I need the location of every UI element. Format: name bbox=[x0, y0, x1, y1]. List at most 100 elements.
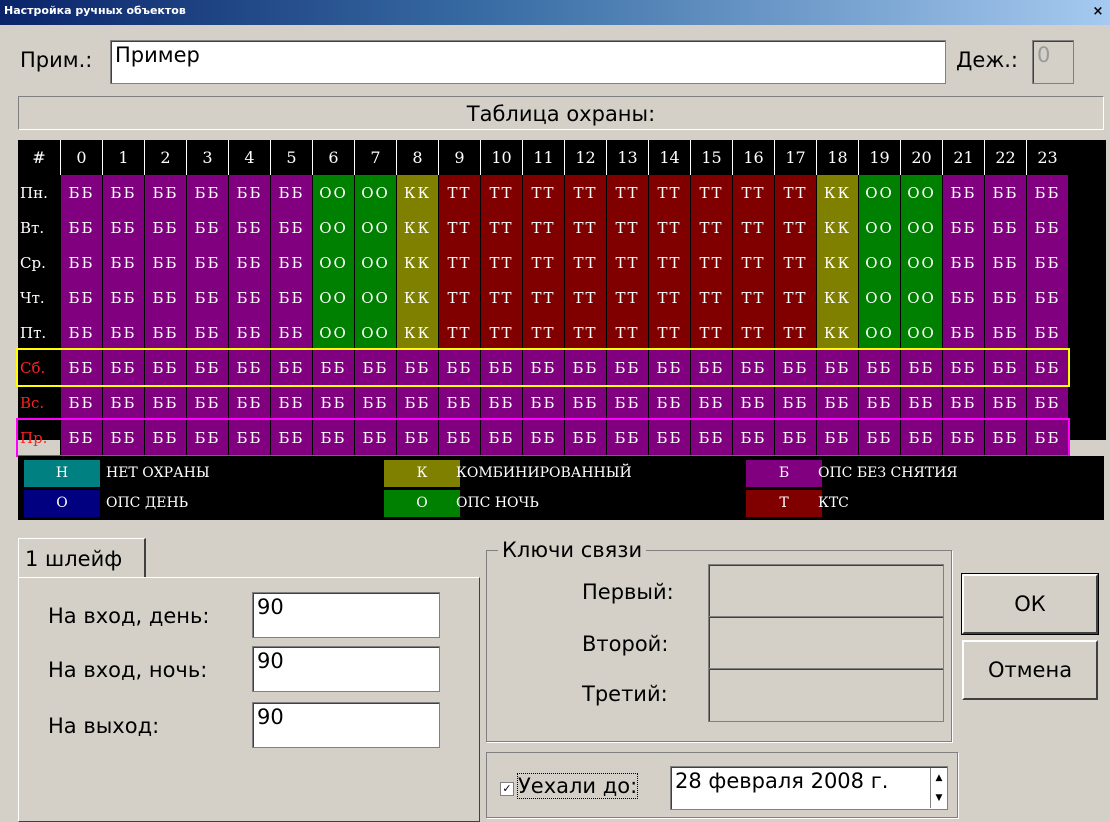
schedule-cell[interactable]: ББ bbox=[186, 280, 229, 315]
schedule-cell[interactable]: ББ bbox=[312, 385, 355, 420]
schedule-cell[interactable]: ББ bbox=[522, 420, 565, 455]
schedule-cell[interactable]: ББ bbox=[690, 385, 733, 420]
schedule-cell[interactable]: ББ bbox=[270, 210, 313, 245]
schedule-cell[interactable]: ББ bbox=[1026, 315, 1068, 350]
schedule-cell[interactable]: ББ bbox=[900, 420, 943, 455]
schedule-cell[interactable]: ББ bbox=[186, 210, 229, 245]
schedule-cell[interactable]: ББ bbox=[690, 350, 733, 385]
schedule-cell[interactable]: ТТ bbox=[480, 175, 523, 210]
hour-header[interactable]: 0 bbox=[60, 140, 103, 175]
schedule-cell[interactable]: ББ bbox=[186, 175, 229, 210]
schedule-cell[interactable]: ТТ bbox=[606, 210, 649, 245]
schedule-cell[interactable]: ББ bbox=[564, 420, 607, 455]
schedule-cell[interactable]: ТТ bbox=[774, 175, 817, 210]
tab-loop-1[interactable]: 1 шлейф bbox=[18, 538, 146, 578]
schedule-cell[interactable]: ББ bbox=[816, 385, 859, 420]
schedule-cell[interactable]: КК bbox=[816, 280, 859, 315]
schedule-cell[interactable]: ББ bbox=[480, 350, 523, 385]
schedule-cell[interactable]: ББ bbox=[942, 315, 985, 350]
schedule-cell[interactable]: ТТ bbox=[438, 210, 481, 245]
schedule-cell[interactable]: ББ bbox=[480, 420, 523, 455]
schedule-cell[interactable]: ББ bbox=[942, 245, 985, 280]
day-label[interactable]: Пр. bbox=[18, 420, 61, 455]
day-label[interactable]: Чт. bbox=[18, 280, 61, 315]
schedule-cell[interactable]: ТТ bbox=[732, 280, 775, 315]
schedule-cell[interactable]: ББ bbox=[270, 315, 313, 350]
schedule-cell[interactable]: ОО bbox=[312, 175, 355, 210]
schedule-cell[interactable]: КК bbox=[816, 245, 859, 280]
schedule-cell[interactable]: ББ bbox=[732, 385, 775, 420]
schedule-cell[interactable]: ББ bbox=[732, 420, 775, 455]
schedule-cell[interactable]: ББ bbox=[186, 245, 229, 280]
schedule-cell[interactable]: ББ bbox=[102, 350, 145, 385]
schedule-cell[interactable]: ББ bbox=[984, 280, 1027, 315]
schedule-cell[interactable]: ББ bbox=[354, 385, 397, 420]
schedule-cell[interactable]: ОО bbox=[312, 245, 355, 280]
schedule-cell[interactable]: ББ bbox=[984, 245, 1027, 280]
schedule-cell[interactable]: ТТ bbox=[648, 280, 691, 315]
schedule-cell[interactable]: ББ bbox=[60, 210, 103, 245]
schedule-cell[interactable]: ББ bbox=[816, 420, 859, 455]
schedule-cell[interactable]: ББ bbox=[228, 350, 271, 385]
schedule-cell[interactable]: ББ bbox=[186, 420, 229, 455]
schedule-cell[interactable]: ОО bbox=[900, 245, 943, 280]
chevron-up-icon[interactable]: ▲ bbox=[931, 768, 947, 788]
day-label[interactable]: Пн. bbox=[18, 175, 61, 210]
schedule-cell[interactable]: ББ bbox=[270, 175, 313, 210]
schedule-cell[interactable]: ТТ bbox=[774, 210, 817, 245]
schedule-cell[interactable]: ББ bbox=[858, 420, 901, 455]
schedule-cell[interactable]: ОО bbox=[354, 245, 397, 280]
date-spinner[interactable]: ▲ ▼ bbox=[930, 768, 947, 808]
gone-until-date[interactable]: 28 февраля 2008 г. bbox=[670, 766, 948, 810]
schedule-cell[interactable]: ББ bbox=[606, 385, 649, 420]
schedule-cell[interactable]: ОО bbox=[312, 210, 355, 245]
schedule-cell[interactable]: ББ bbox=[648, 385, 691, 420]
schedule-cell[interactable]: ББ bbox=[144, 245, 187, 280]
note-field[interactable]: Пример bbox=[110, 40, 946, 84]
schedule-cell[interactable]: ББ bbox=[228, 210, 271, 245]
schedule-cell[interactable]: ББ bbox=[732, 350, 775, 385]
ok-button[interactable]: ОК bbox=[961, 573, 1099, 635]
hour-header[interactable]: 10 bbox=[480, 140, 523, 175]
hour-header[interactable]: 22 bbox=[984, 140, 1027, 175]
schedule-cell[interactable]: ББ bbox=[984, 315, 1027, 350]
schedule-cell[interactable]: ББ bbox=[942, 350, 985, 385]
schedule-cell[interactable]: ОО bbox=[354, 175, 397, 210]
schedule-cell[interactable]: ББ bbox=[228, 175, 271, 210]
schedule-cell[interactable]: ББ bbox=[270, 420, 313, 455]
schedule-cell[interactable]: ОО bbox=[858, 280, 901, 315]
schedule-cell[interactable]: ТТ bbox=[648, 315, 691, 350]
schedule-cell[interactable]: ББ bbox=[312, 350, 355, 385]
schedule-cell[interactable]: ББ bbox=[438, 350, 481, 385]
schedule-cell[interactable]: ББ bbox=[942, 385, 985, 420]
schedule-cell[interactable]: ББ bbox=[60, 315, 103, 350]
schedule-cell[interactable]: ТТ bbox=[564, 175, 607, 210]
schedule-cell[interactable]: ОО bbox=[858, 245, 901, 280]
schedule-cell[interactable]: КК bbox=[816, 210, 859, 245]
schedule-cell[interactable]: КК bbox=[816, 175, 859, 210]
schedule-cell[interactable]: ББ bbox=[900, 385, 943, 420]
schedule-cell[interactable]: ОО bbox=[858, 315, 901, 350]
hour-header[interactable]: 7 bbox=[354, 140, 397, 175]
schedule-cell[interactable]: ОО bbox=[900, 315, 943, 350]
schedule-cell[interactable]: ББ bbox=[60, 385, 103, 420]
schedule-cell[interactable]: ББ bbox=[984, 175, 1027, 210]
chevron-down-icon[interactable]: ▼ bbox=[931, 788, 947, 808]
schedule-cell[interactable]: ББ bbox=[564, 350, 607, 385]
hour-header[interactable]: 3 bbox=[186, 140, 229, 175]
schedule-cell[interactable]: ТТ bbox=[606, 315, 649, 350]
cancel-button[interactable]: Отмена bbox=[962, 640, 1098, 700]
schedule-cell[interactable]: ТТ bbox=[522, 315, 565, 350]
key-second-field[interactable] bbox=[708, 616, 944, 670]
schedule-cell[interactable]: ТТ bbox=[732, 315, 775, 350]
hour-header[interactable]: 21 bbox=[942, 140, 985, 175]
schedule-cell[interactable]: ОО bbox=[312, 280, 355, 315]
schedule-cell[interactable]: ТТ bbox=[690, 315, 733, 350]
schedule-cell[interactable]: ББ bbox=[102, 385, 145, 420]
hour-header[interactable]: 18 bbox=[816, 140, 859, 175]
schedule-cell[interactable]: ББ bbox=[270, 280, 313, 315]
duty-field[interactable]: 0 bbox=[1032, 40, 1074, 84]
schedule-cell[interactable]: ББ bbox=[228, 280, 271, 315]
hour-header[interactable]: 8 bbox=[396, 140, 439, 175]
schedule-cell[interactable]: ББ bbox=[984, 385, 1027, 420]
